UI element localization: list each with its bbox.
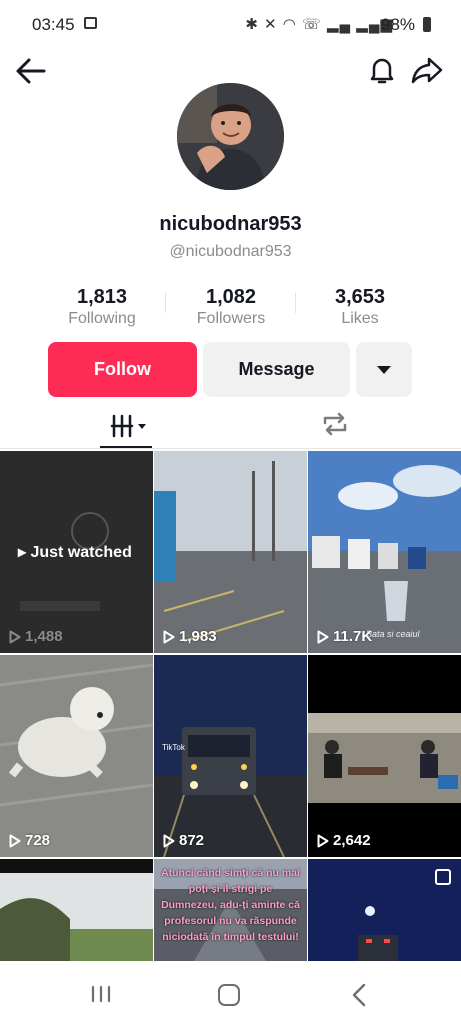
avatar-photo bbox=[177, 83, 284, 190]
profile-username: nicubodnar953 bbox=[159, 213, 302, 235]
system-back-icon[interactable] bbox=[350, 982, 368, 1008]
stat-label: Followers bbox=[196, 310, 266, 327]
message-button[interactable]: Message bbox=[203, 342, 350, 397]
view-count: 1,983 bbox=[163, 628, 217, 645]
video-tile[interactable]: TikTok 872 bbox=[154, 655, 307, 857]
just-watched-label: Just watched bbox=[30, 544, 132, 561]
view-count-text: 2,642 bbox=[333, 832, 371, 849]
home-icon[interactable] bbox=[218, 984, 240, 1006]
play-icon bbox=[163, 834, 175, 847]
avatar[interactable] bbox=[177, 83, 284, 190]
follow-button[interactable]: Follow bbox=[48, 342, 197, 397]
stat-label: Likes bbox=[341, 310, 379, 327]
video-overlay-text: Atunci când simți că nu mai poți și îl s… bbox=[161, 867, 300, 943]
video-tile[interactable]: 2,642 bbox=[308, 655, 461, 857]
stat-divider bbox=[165, 293, 166, 313]
video-tile[interactable]: Atunci când simți că nu mai poți și îl s… bbox=[154, 859, 307, 961]
just-watched-badge: ▸ Just watched bbox=[18, 544, 132, 561]
status-bar: 03:45 ✱ ✕ ◠ ☏ ▂▄ ▂▄▆ 98% bbox=[0, 0, 461, 48]
video-tile[interactable]: Bata si ceaiul 11.7K bbox=[308, 451, 461, 653]
video-tile[interactable]: 728 bbox=[0, 655, 153, 857]
share-icon[interactable] bbox=[410, 54, 444, 86]
video-tile[interactable] bbox=[0, 859, 153, 961]
more-options-button[interactable] bbox=[356, 342, 412, 397]
video-thumbnail bbox=[154, 655, 307, 857]
view-count: 2,642 bbox=[317, 832, 371, 849]
view-count-text: 872 bbox=[179, 832, 205, 849]
view-count: 872 bbox=[163, 832, 204, 849]
stat-followers[interactable]: 1,082 Followers bbox=[171, 286, 291, 328]
bell-icon[interactable] bbox=[366, 54, 398, 86]
view-count-text: 728 bbox=[25, 832, 51, 849]
play-icon bbox=[9, 630, 21, 643]
battery-percent: 98% bbox=[381, 15, 416, 34]
battery-icon bbox=[423, 17, 431, 32]
view-count-text: 1,488 bbox=[25, 628, 63, 645]
view-count-text: 1,983 bbox=[179, 628, 217, 645]
connectivity-icons: ✱ ✕ ◠ ☏ ▂▄ ▂▄▆ bbox=[245, 16, 393, 33]
multi-photo-icon bbox=[435, 869, 451, 885]
profile-handle: @nicubodnar953 bbox=[169, 243, 292, 260]
gallery-notification-icon bbox=[84, 17, 97, 29]
stat-likes[interactable]: 3,653 Likes bbox=[300, 286, 420, 328]
video-thumbnail bbox=[0, 655, 153, 857]
play-icon bbox=[317, 834, 329, 847]
stat-divider bbox=[295, 293, 296, 313]
back-arrow-icon[interactable] bbox=[14, 56, 48, 86]
stat-label: Following bbox=[68, 310, 136, 327]
view-count-text: 11.7K bbox=[333, 628, 373, 645]
recent-apps-icon[interactable] bbox=[89, 985, 113, 1003]
stat-value: 3,653 bbox=[334, 286, 386, 308]
video-thumbnail bbox=[308, 451, 461, 653]
status-time: 03:45 bbox=[32, 15, 75, 34]
play-icon bbox=[317, 630, 329, 643]
tab-divider bbox=[0, 448, 461, 449]
stat-value: 1,813 bbox=[76, 286, 128, 308]
video-thumbnail bbox=[308, 655, 461, 857]
tiktok-watermark: TikTok bbox=[162, 743, 185, 752]
view-count: 1,488 bbox=[9, 628, 63, 645]
caret-down-icon bbox=[377, 366, 391, 374]
video-tile[interactable]: 1,983 bbox=[154, 451, 307, 653]
play-icon bbox=[9, 834, 21, 847]
video-tile[interactable]: ▸ Just watched 1,488 bbox=[0, 451, 153, 653]
tab-reposts-icon[interactable] bbox=[320, 410, 350, 438]
video-caption: Bata si ceaiul bbox=[366, 629, 420, 639]
video-thumbnail bbox=[0, 859, 153, 961]
play-icon bbox=[163, 630, 175, 643]
view-count: 728 bbox=[9, 832, 50, 849]
video-tile[interactable] bbox=[308, 859, 461, 961]
tab-videos-grid-icon[interactable] bbox=[100, 405, 152, 447]
view-count: 11.7K bbox=[317, 628, 372, 645]
stat-following[interactable]: 1,813 Following bbox=[42, 286, 162, 328]
stat-value: 1,082 bbox=[205, 286, 257, 308]
video-thumbnail bbox=[154, 451, 307, 653]
